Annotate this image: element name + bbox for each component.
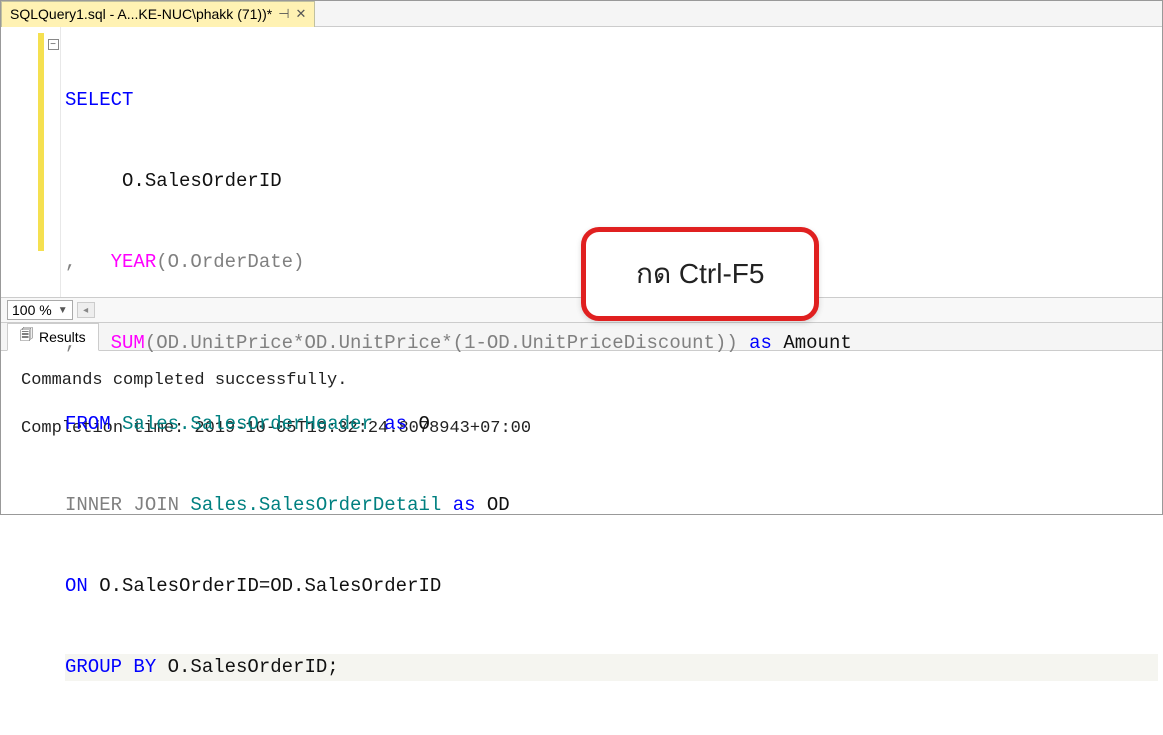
tab-bar: SQLQuery1.sql - A...KE-NUC\phakk (71))* … [1,1,1162,27]
close-icon[interactable]: ✕ [296,6,307,22]
tab-title: SQLQuery1.sql - A...KE-NUC\phakk (71))* [10,6,272,22]
results-icon: 🗐 [20,326,33,348]
fn-year: YEAR [111,251,157,273]
col-salesorderid: O.SalesOrderID [122,170,282,192]
collapse-toggle[interactable]: − [48,39,59,50]
editor-pane: − SELECT O.SalesOrderID , YEAR(O.OrderDa… [1,27,1162,297]
pin-icon[interactable]: ⊣ [278,6,289,22]
gutter: − [1,27,61,297]
callout-box: กด Ctrl-F5 [581,227,819,321]
keyword-select: SELECT [65,89,133,111]
callout-text: กด Ctrl-F5 [636,258,764,289]
outline-bar: − [46,33,60,297]
change-marker [38,33,44,251]
keyword-on: ON [65,575,88,597]
keyword-from: FROM [65,413,111,435]
fn-sum: SUM [111,332,145,354]
keyword-groupby: GROUP BY [65,656,156,678]
zoom-dropdown[interactable]: 100 % ▼ [7,300,73,320]
zoom-value: 100 % [12,302,52,318]
file-tab[interactable]: SQLQuery1.sql - A...KE-NUC\phakk (71))* … [1,1,315,27]
keyword-innerjoin: INNER JOIN [65,494,179,516]
